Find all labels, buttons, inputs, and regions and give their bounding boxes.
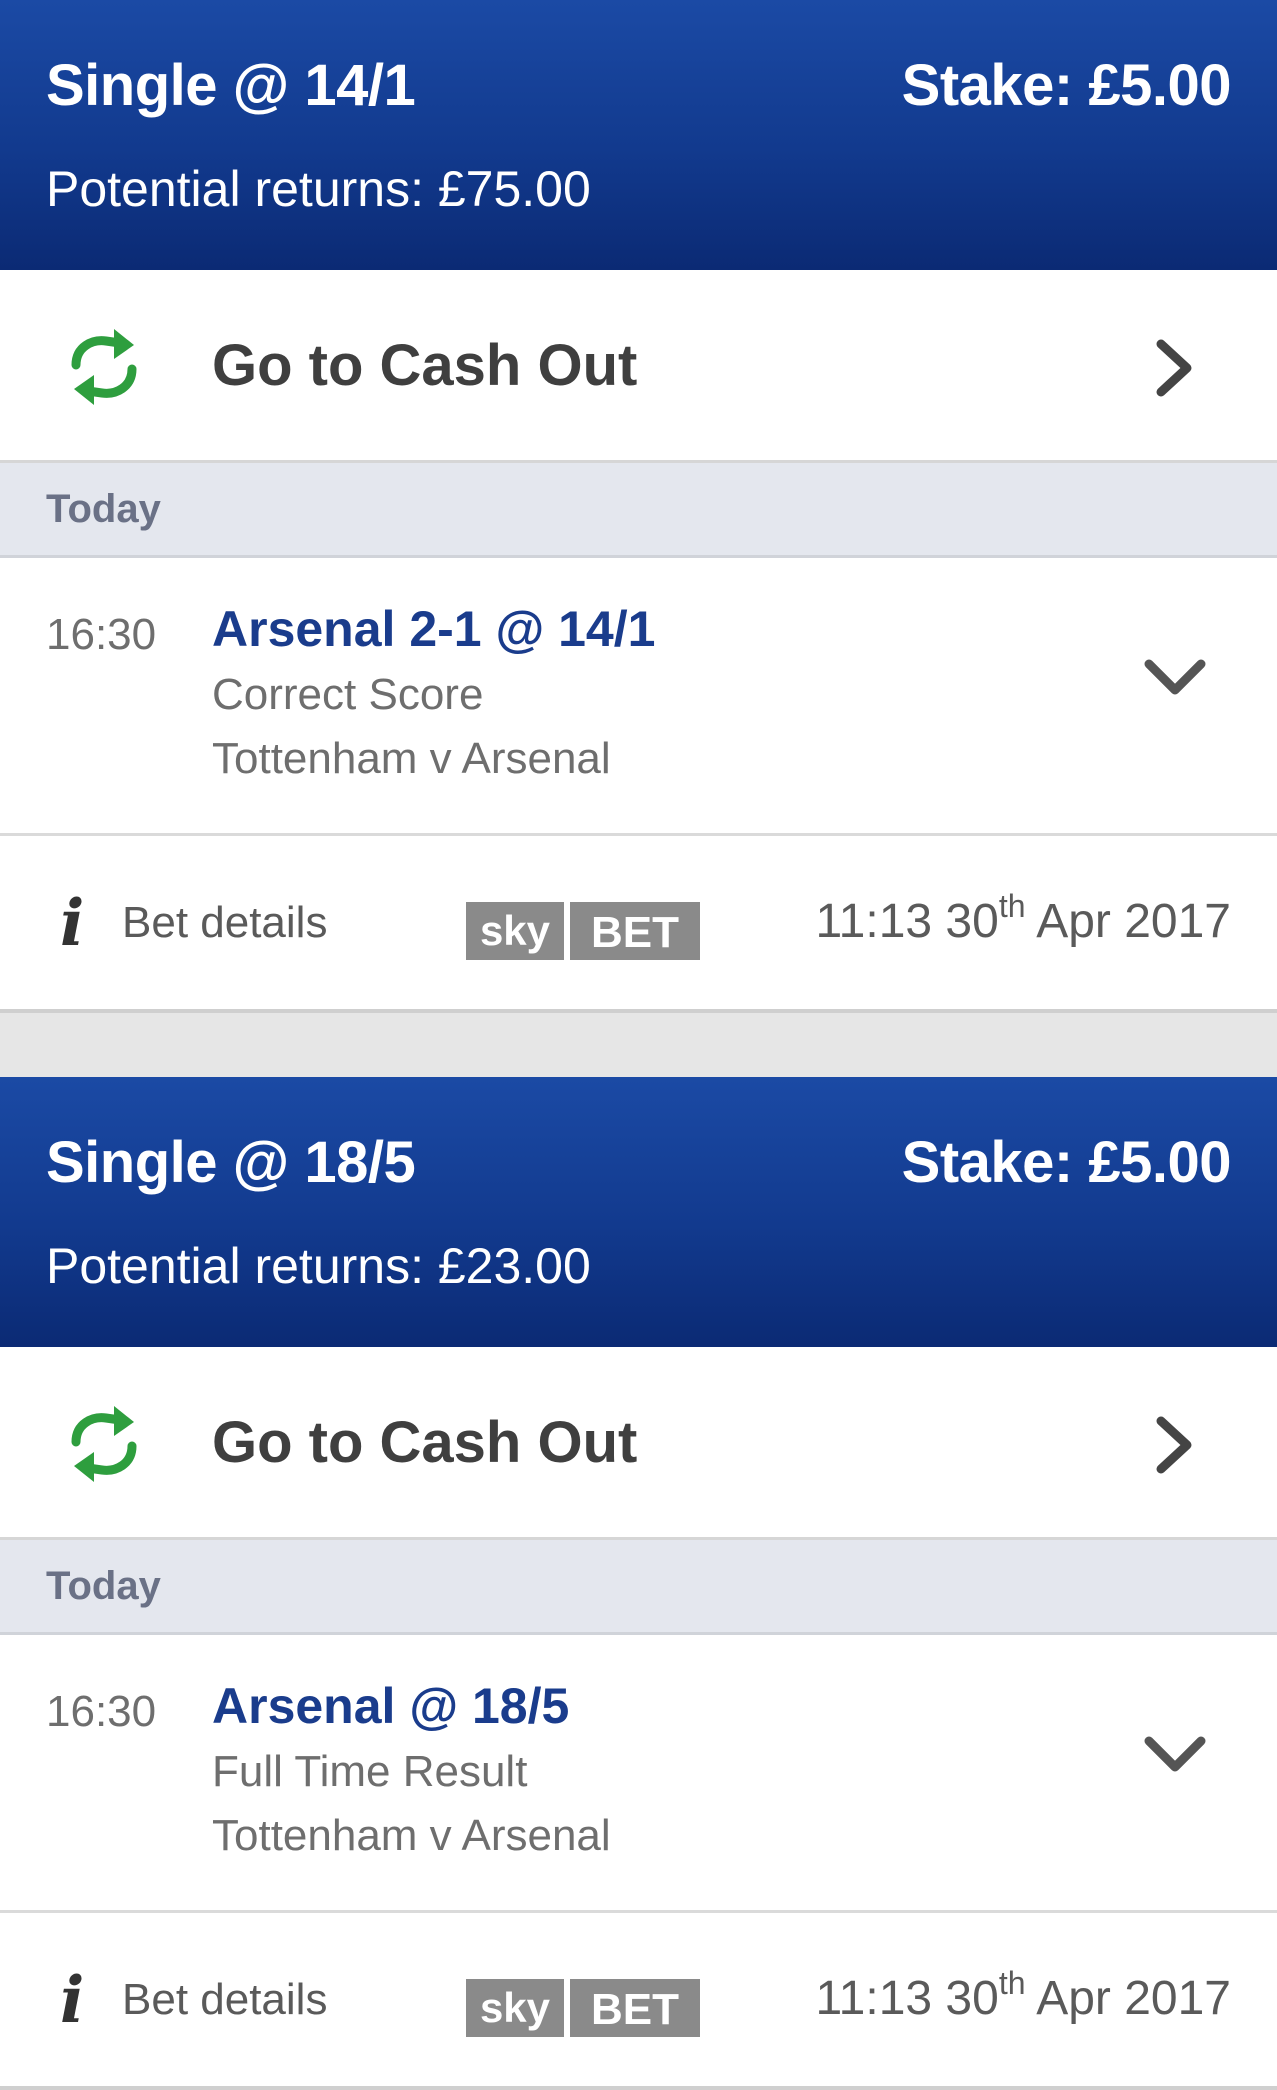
placed-day-suffix: th <box>998 1965 1026 2001</box>
bet-details-row: i Bet details sky BET 11:13 30th Apr 201… <box>0 836 1277 1013</box>
selection-time: 16:30 <box>46 610 157 659</box>
selection-name: Arsenal @ 18/5 <box>212 1678 570 1734</box>
placed-time-day: 11:13 30 <box>815 1972 999 2025</box>
potential-returns: Potential returns: £75.00 <box>46 161 591 217</box>
skybet-logo-sky: sky <box>480 907 551 954</box>
selection-time: 16:30 <box>46 1687 157 1736</box>
skybet-logo-bet: BET <box>591 1985 679 2034</box>
bet-type: Single @ 14/1 <box>46 53 416 118</box>
placed-timestamp: 11:13 30th Apr 2017 <box>815 888 1231 949</box>
cashout-arrows-icon <box>71 329 137 405</box>
day-label: Today <box>46 1564 161 1608</box>
chevron-down-icon[interactable] <box>1143 656 1207 700</box>
skybet-logo: sky BET <box>466 902 700 960</box>
day-label: Today <box>46 487 161 531</box>
cashout-label: Go to Cash Out <box>212 333 638 398</box>
bet-header: Single @ 14/1 Stake: £5.00 Potential ret… <box>0 0 1277 270</box>
selection-event: Tottenham v Arsenal <box>212 734 611 783</box>
day-header: Today <box>0 1540 1277 1635</box>
selection-market: Full Time Result <box>212 1747 528 1796</box>
skybet-logo-bet: BET <box>591 908 679 957</box>
info-icon: i <box>60 886 85 961</box>
chevron-right-icon <box>1156 1416 1192 1474</box>
bet-card: Single @ 18/5 Stake: £5.00 Potential ret… <box>0 1077 1277 2090</box>
bet-card: Single @ 14/1 Stake: £5.00 Potential ret… <box>0 0 1277 1013</box>
placed-day-suffix: th <box>998 888 1026 924</box>
selection-row: 16:30 Arsenal @ 18/5 Full Time Result To… <box>0 1635 1277 1913</box>
bet-header: Single @ 18/5 Stake: £5.00 Potential ret… <box>0 1077 1277 1347</box>
placed-time-day: 11:13 30 <box>815 895 999 948</box>
chevron-right-icon <box>1156 339 1192 397</box>
skybet-logo-sky: sky <box>480 1984 551 2031</box>
bet-type: Single @ 18/5 <box>46 1130 416 1195</box>
stake-amount: Stake: £5.00 <box>901 53 1232 118</box>
placed-month-year: Apr 2017 <box>1025 895 1231 948</box>
placed-timestamp: 11:13 30th Apr 2017 <box>815 1965 1231 2026</box>
potential-returns: Potential returns: £23.00 <box>46 1238 591 1294</box>
go-to-cashout-button[interactable]: Go to Cash Out <box>0 1347 1277 1540</box>
chevron-down-icon[interactable] <box>1143 1733 1207 1777</box>
day-header: Today <box>0 463 1277 558</box>
go-to-cashout-button[interactable]: Go to Cash Out <box>0 270 1277 463</box>
bet-details-link[interactable]: Bet details <box>122 898 327 948</box>
skybet-logo: sky BET <box>466 1979 700 2037</box>
bet-details-row: i Bet details sky BET 11:13 30th Apr 201… <box>0 1913 1277 2090</box>
placed-month-year: Apr 2017 <box>1025 1972 1231 2025</box>
selection-event: Tottenham v Arsenal <box>212 1811 611 1860</box>
info-icon: i <box>60 1963 85 2038</box>
card-separator <box>0 1013 1277 1077</box>
cashout-arrows-icon <box>71 1406 137 1482</box>
stake-amount: Stake: £5.00 <box>901 1130 1232 1195</box>
selection-name: Arsenal 2-1 @ 14/1 <box>212 601 656 657</box>
selection-row: 16:30 Arsenal 2-1 @ 14/1 Correct Score T… <box>0 558 1277 836</box>
cashout-label: Go to Cash Out <box>212 1410 638 1475</box>
selection-market: Correct Score <box>212 670 484 719</box>
bet-details-link[interactable]: Bet details <box>122 1975 327 2025</box>
